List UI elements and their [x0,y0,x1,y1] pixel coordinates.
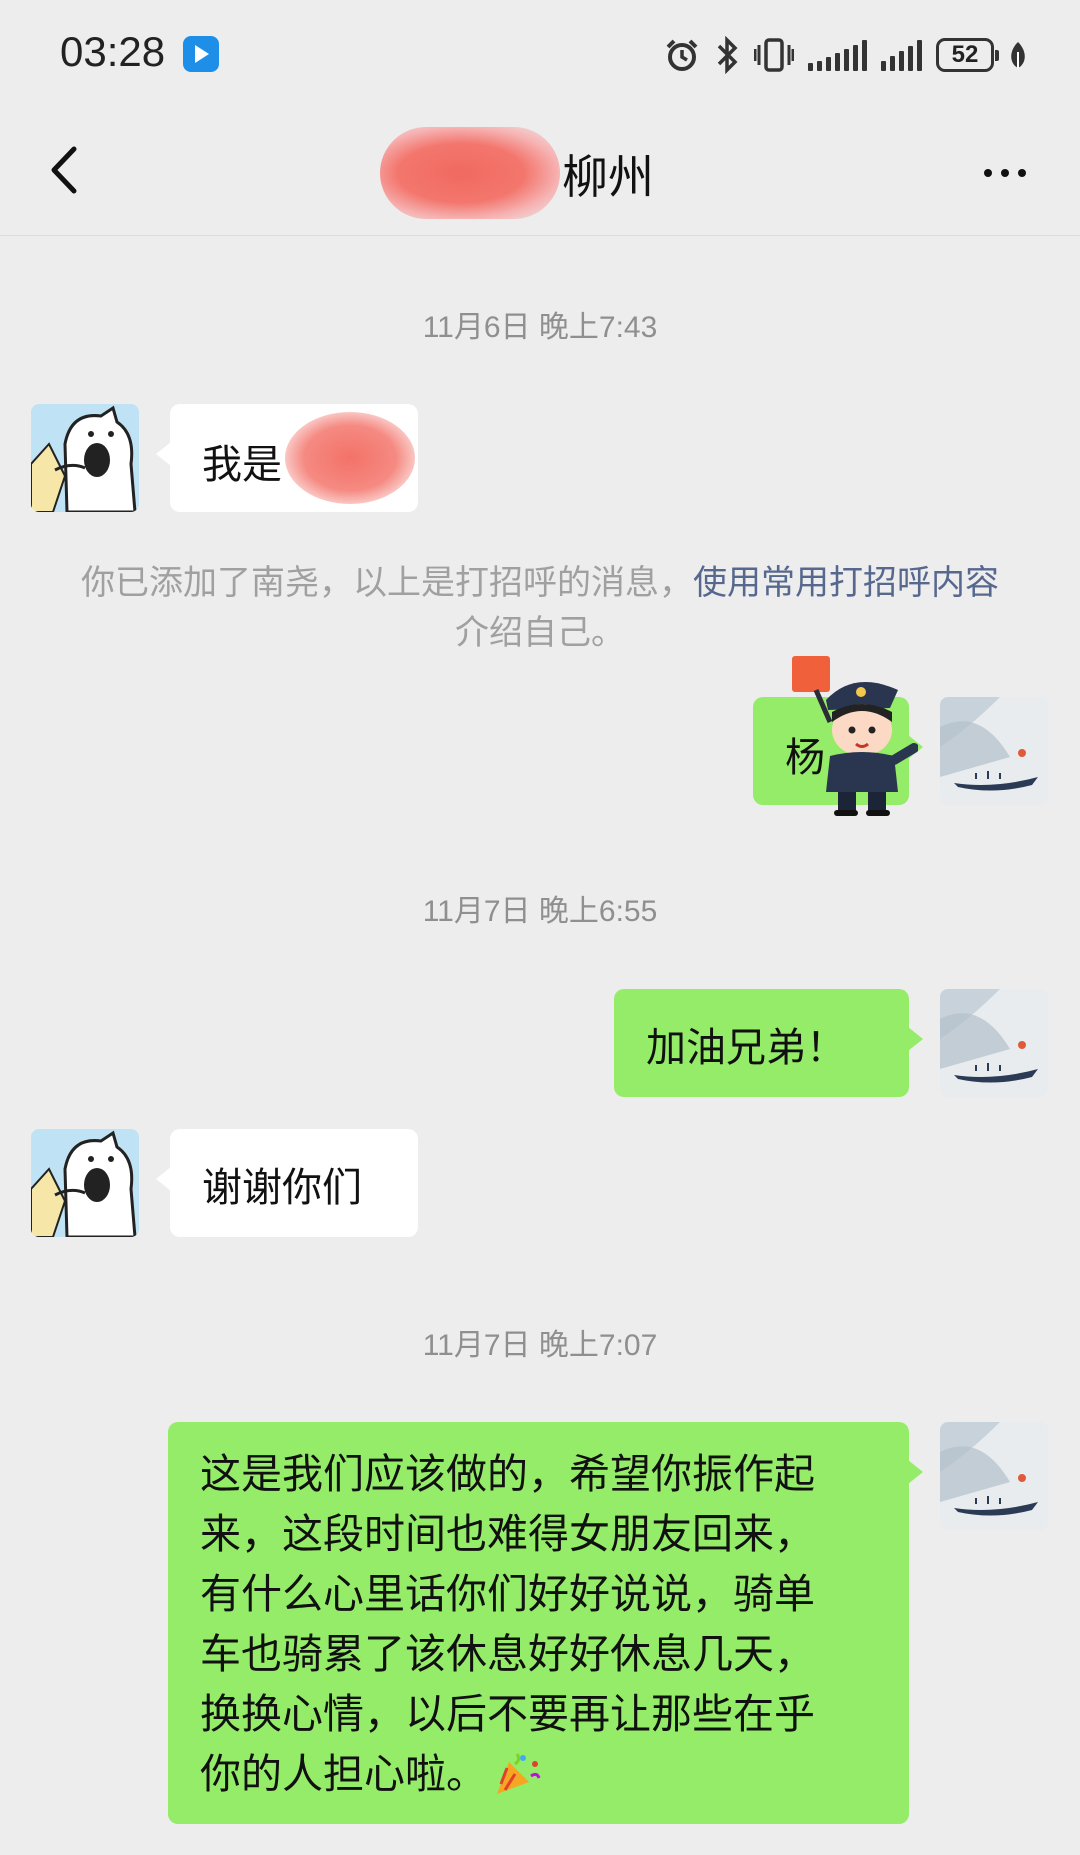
system-message: 你已添加了南尧，以上是打招呼的消息，使用常用打招呼内容介绍自己。 [81,563,999,653]
avatar[interactable] [940,989,1048,1097]
status-time: 03:28 [60,28,166,75]
timestamp: 11月6日 晚上7:43 [422,311,658,344]
message-bubble-incoming[interactable]: 谢谢你们 [156,1129,418,1237]
chat-header: 柳州 [0,105,1080,236]
chevron-left-icon[interactable] [44,145,84,195]
message-bubble-incoming[interactable]: 我是 [156,404,418,512]
status-icons: 52 [664,34,1028,76]
more-dots-icon[interactable] [984,169,1026,177]
bluetooth-icon [717,36,738,74]
avatar[interactable] [940,1422,1048,1530]
chat-title: 柳州 [562,150,654,204]
alarm-icon [666,39,698,71]
greeting-link[interactable]: 使用常用打招呼内容 [693,563,999,603]
app-badge-icon [183,36,219,72]
message-line: 来，这段时间也难得女朋友回来， [200,1510,815,1558]
signal-icon [808,39,867,71]
vibrate-icon [754,38,794,72]
avatar[interactable] [31,404,139,512]
message-line: 换换心情，以后不要再让那些在乎 [200,1690,815,1738]
redacted-name [380,127,560,219]
message-line: 车也骑累了该休息好好休息几天， [200,1630,815,1678]
party-popper-icon [497,1753,541,1794]
message-text: 我是 [202,442,282,488]
message-bubble-outgoing[interactable]: 这是我们应该做的，希望你振作起 来，这段时间也难得女朋友回来， 有什么心里话你们… [168,1422,923,1824]
timestamp: 11月7日 晚上7:07 [422,1329,658,1362]
status-bar: 03:28 52 [0,0,1080,105]
avatar[interactable] [31,1129,139,1237]
message-bubble-outgoing[interactable]: 加油兄弟！ [614,989,923,1097]
police-sticker-icon [792,656,918,816]
battery-icon: 52 [936,38,999,72]
message-text: 谢谢你们 [202,1165,362,1211]
leaf-icon [1011,42,1025,68]
redacted-text [285,412,415,504]
avatar[interactable] [940,697,1048,805]
timestamp: 11月7日 晚上6:55 [422,895,658,928]
message-line-last: 你的人担心啦。 [200,1744,879,1804]
message-line: 有什么心里话你们好好说说，骑单 [200,1570,815,1618]
message-line: 这是我们应该做的，希望你振作起 [200,1450,815,1498]
signal-icon [881,39,922,71]
message-text: 加油兄弟！ [646,1025,846,1071]
